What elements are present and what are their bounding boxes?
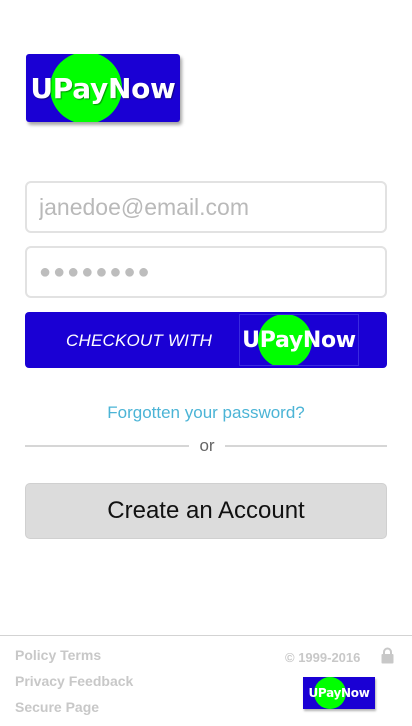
footer-link-policy-terms[interactable]: Policy Terms — [15, 647, 101, 663]
divider-or-text: or — [199, 436, 215, 455]
password-field[interactable] — [25, 246, 387, 298]
create-account-button[interactable]: Create an Account — [25, 483, 387, 539]
copyright-text: © 1999-2016 — [285, 650, 361, 665]
forgot-password-link[interactable]: Forgotten your password? — [0, 403, 412, 423]
logo-text: UPayNow — [242, 327, 356, 353]
footer-link-privacy-feedback[interactable]: Privacy Feedback — [15, 673, 133, 689]
logo-text: UPayNow — [308, 686, 370, 700]
divider-line-left — [25, 445, 189, 447]
checkout-label: CHECKOUT WITH — [66, 331, 213, 350]
footer-divider — [0, 635, 412, 636]
brand-logo: UPayNow — [26, 54, 180, 122]
footer-brand-logo: UPayNow — [303, 677, 375, 709]
checkout-button[interactable]: CHECKOUT WITH UPayNow — [25, 312, 387, 368]
password-input[interactable] — [39, 260, 385, 284]
checkout-brand-logo: UPayNow — [239, 314, 359, 366]
email-field[interactable] — [25, 181, 387, 233]
divider-line-right — [225, 445, 387, 447]
footer-link-secure-page[interactable]: Secure Page — [15, 699, 99, 715]
email-input[interactable] — [39, 193, 385, 221]
logo-text: UPayNow — [30, 71, 176, 105]
lock-icon — [381, 647, 394, 664]
